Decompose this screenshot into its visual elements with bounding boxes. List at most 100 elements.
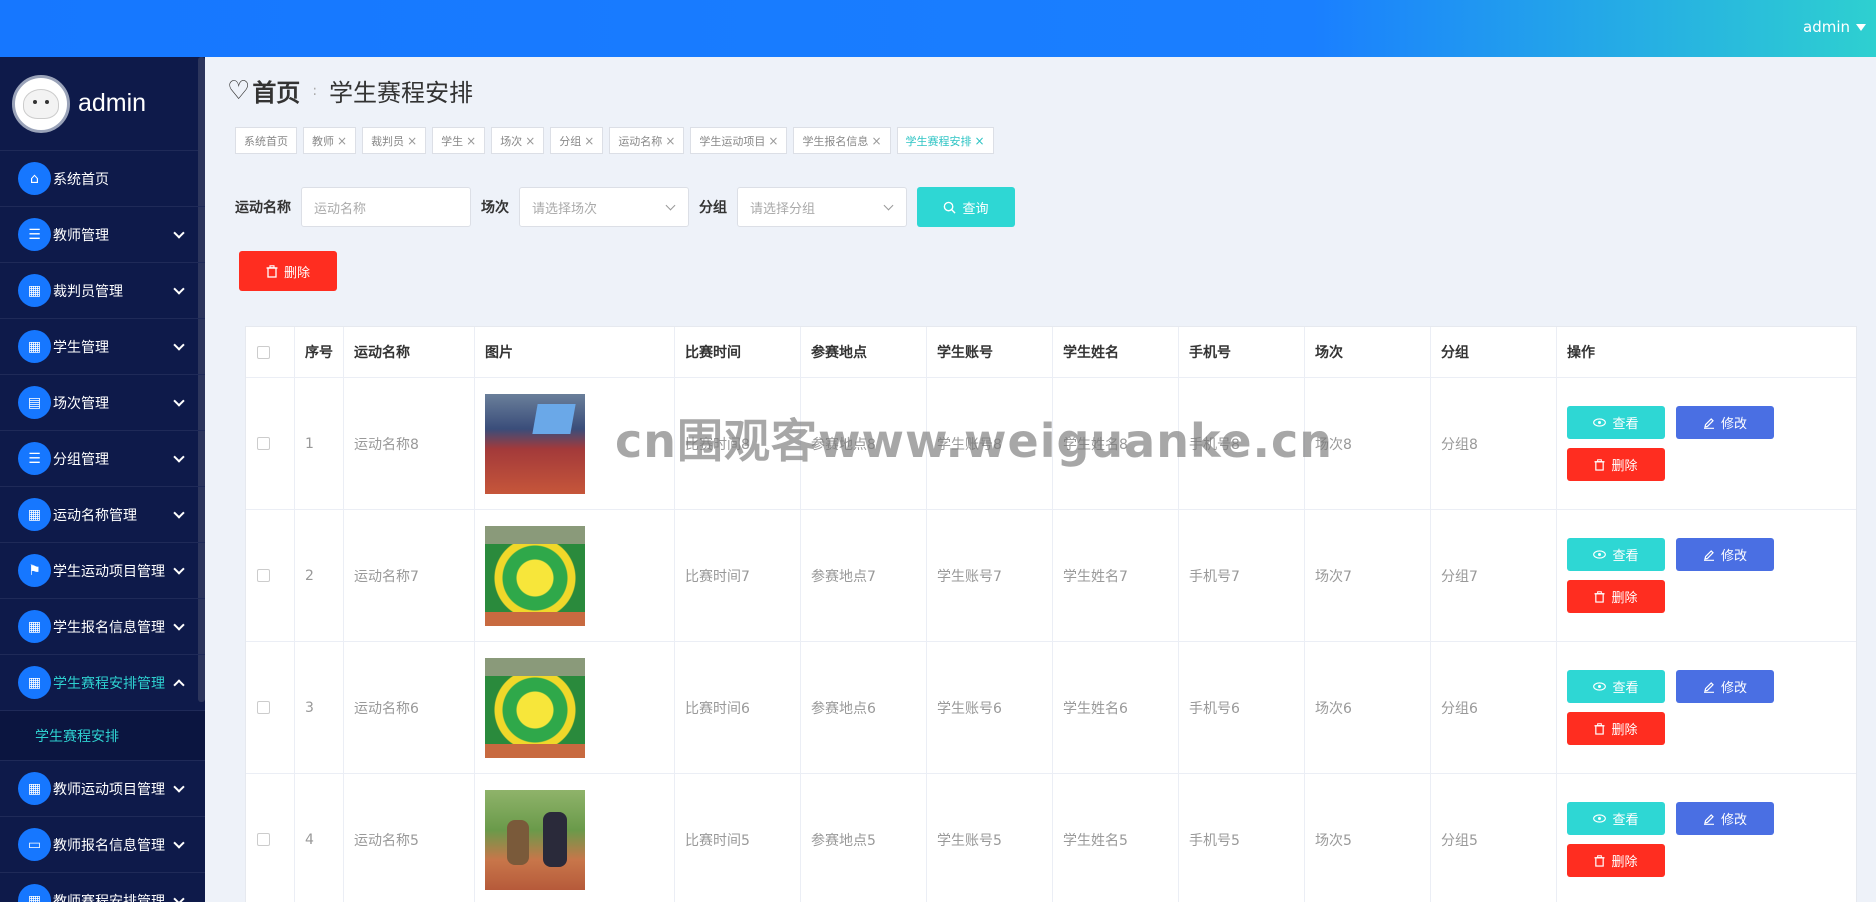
eye-icon [1593,550,1607,559]
delete-button[interactable]: 删除 [1567,712,1665,745]
tab-8[interactable]: 学生报名信息 × [793,127,891,154]
close-icon[interactable]: × [466,134,476,148]
chevron-up-icon [173,679,185,691]
sidebar-item-10[interactable]: ▦ 教师运动项目管理 [0,761,205,817]
close-icon[interactable]: × [525,134,535,148]
close-icon[interactable]: × [975,134,985,148]
edit-button[interactable]: 修改 [1676,406,1774,439]
tab-6[interactable]: 运动名称 × [609,127,685,154]
cell-index: 2 [295,510,344,641]
view-button[interactable]: 查看 [1567,538,1665,571]
row-checkbox[interactable] [257,701,270,714]
sidebar-item-label: 场次管理 [53,395,109,412]
cell-index: 1 [295,378,344,509]
sidebar-item-3[interactable]: ▦ 学生管理 [0,319,205,375]
tab-9[interactable]: 学生赛程安排 × [896,127,994,154]
user-menu[interactable]: admin [1803,18,1866,36]
sidebar-item-label: 分组管理 [53,451,109,468]
row-select-cell [246,774,295,902]
delete-button[interactable]: 删除 [1567,448,1665,481]
select-all-checkbox[interactable] [257,345,270,359]
close-icon[interactable]: × [337,134,347,148]
view-button[interactable]: 查看 [1567,406,1665,439]
sidebar-item-2[interactable]: ▦ 裁判员管理 [0,263,205,319]
tab-4[interactable]: 场次 × [491,127,545,154]
session-select[interactable]: 请选择场次 [519,187,689,227]
row-checkbox[interactable] [257,569,270,582]
search-bar: 运动名称 运动名称 场次 请选择场次 分组 请选择分组 查询 [235,187,1015,227]
schedule-table: 序号 运动名称 图片 比赛时间 参赛地点 学生账号 学生姓名 手机号 场次 分组 操作 1 运动名称8… [245,326,1857,902]
row-select-cell [246,642,295,773]
column-header: 学生姓名 [1053,327,1179,377]
sport-photo[interactable] [485,525,585,626]
sidebar-item-0[interactable]: ⌂ 系统首页 [0,151,205,207]
cell-place: 参赛地点6 [801,642,927,773]
actions-cell: 查看 修改 删除 [1557,774,1856,902]
sidebar-item-1[interactable]: ☰ 教师管理 [0,207,205,263]
sidebar-item-label: 学生报名信息管理 [53,619,165,636]
sidebar-item-7[interactable]: ⚑ 学生运动项目管理 [0,543,205,599]
tab-bar: 系统首页 教师 × 裁判员 × 学生 × 场次 × 分组 × 运动名称 × 学生运动项目 × 学生报名信息 × 学… [235,127,994,154]
sidebar-username: admin [78,89,147,117]
table-body: 1 运动名称8 比赛时间8 参赛地点8 学生账号8 学生姓名8 手机号8 场次8 分组8 查看 … [246,378,1856,902]
cell-time: 比赛时间5 [675,774,801,902]
column-header: 图片 [475,327,675,377]
chat-icon: ▤ [18,386,51,419]
chevron-down-icon [665,200,676,211]
sport-photo[interactable] [485,393,585,494]
close-icon[interactable]: × [768,134,778,148]
delete-button[interactable]: 删除 [1567,580,1665,613]
chevron-down-icon [883,200,894,211]
sidebar-item-11[interactable]: ▭ 教师报名信息管理 [0,817,205,873]
breadcrumb-home[interactable]: 首页 [252,73,300,108]
cell-sport: 运动名称6 [344,642,475,773]
sidebar-item-8[interactable]: ▦ 学生报名信息管理 [0,599,205,655]
view-button[interactable]: 查看 [1567,802,1665,835]
sidebar-item-12[interactable]: ▦ 教师赛程安排管理 [0,873,205,902]
user-name: admin [1803,18,1850,36]
sidebar-item-5[interactable]: ☰ 分组管理 [0,431,205,487]
edit-button[interactable]: 修改 [1676,538,1774,571]
chevron-down-icon [173,451,185,463]
column-header: 比赛时间 [675,327,801,377]
query-button[interactable]: 查询 [917,187,1015,227]
delete-button[interactable]: 删除 [1567,844,1665,877]
edit-button[interactable]: 修改 [1676,670,1774,703]
chevron-down-icon [173,339,185,351]
sport-photo[interactable] [485,657,585,758]
row-checkbox[interactable] [257,833,270,846]
sidebar-item-9[interactable]: ▦ 学生赛程安排管理 [0,655,205,711]
tab-5[interactable]: 分组 × [550,127,604,154]
edit-icon [1703,813,1714,825]
close-icon[interactable]: × [584,134,594,148]
sport-photo[interactable] [485,789,585,890]
table-row: 2 运动名称7 比赛时间7 参赛地点7 学生账号7 学生姓名7 手机号7 场次7 分组7 查看 … [246,510,1856,642]
close-icon[interactable]: × [407,134,417,148]
sport-name-input[interactable]: 运动名称 [301,187,471,227]
tab-2[interactable]: 裁判员 × [362,127,427,154]
batch-delete-button[interactable]: 删除 [239,251,337,291]
eye-icon [1593,682,1607,691]
sidebar-item-4[interactable]: ▤ 场次管理 [0,375,205,431]
close-icon[interactable]: × [665,134,675,148]
cell-sport: 运动名称7 [344,510,475,641]
row-checkbox[interactable] [257,437,270,450]
tab-1[interactable]: 教师 × [303,127,357,154]
close-icon[interactable]: × [871,134,881,148]
column-header: 运动名称 [344,327,475,377]
edit-icon [1703,681,1714,693]
view-button[interactable]: 查看 [1567,670,1665,703]
column-header: 参赛地点 [801,327,927,377]
cell-session: 场次6 [1305,642,1431,773]
tab-7[interactable]: 学生运动项目 × [690,127,788,154]
tab-3[interactable]: 学生 × [432,127,486,154]
tab-0[interactable]: 系统首页 [235,127,297,154]
column-header: 序号 [295,327,344,377]
edit-button[interactable]: 修改 [1676,802,1774,835]
cell-group: 分组5 [1431,774,1557,902]
cell-index: 3 [295,642,344,773]
group-select[interactable]: 请选择分组 [737,187,907,227]
sidebar-item-6[interactable]: ▦ 运动名称管理 [0,487,205,543]
sidebar-subitem-schedule[interactable]: 学生赛程安排 [0,711,205,761]
trash-icon [1594,590,1606,603]
